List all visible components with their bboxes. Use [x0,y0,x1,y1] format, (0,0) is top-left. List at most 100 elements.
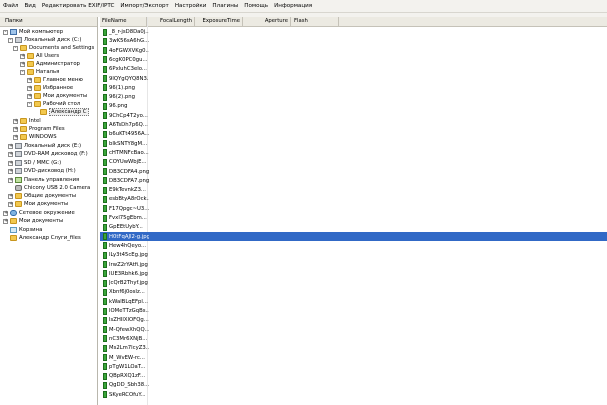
menu-item-0[interactable]: Файл [0,0,21,12]
file-row[interactable]: 6PxluhC3eIo... [100,64,607,73]
expand-icon[interactable]: + [27,85,32,91]
file-row[interactable]: 6cgK0PC0gu... [100,55,607,64]
tree-node[interactable]: - Рабочий стол [27,100,80,108]
file-row[interactable]: DB3CDFA4.png [100,167,607,176]
tree-node[interactable]: + Главное меню [27,76,83,84]
file-row[interactable]: 96(2).png [100,92,607,101]
file-row[interactable]: b6uKTt4956A... [100,129,607,138]
tree-node[interactable]: - Наталья [20,68,59,76]
file-row[interactable]: IrwZ2rYAtfi.jpg [100,260,607,269]
file-row[interactable]: 9ChCp4T2yo... [100,111,607,120]
file-row[interactable]: lOMeTTzGqBs... [100,306,607,315]
file-row[interactable]: 96.png [100,101,607,110]
expand-icon[interactable]: + [8,168,13,174]
expand-icon[interactable]: + [13,126,18,132]
expand-icon[interactable]: + [8,193,13,199]
tree-node[interactable]: + Мои документы [27,92,87,100]
tree-node[interactable]: Chicony USB 2.0 Camera [8,184,90,192]
file-row[interactable]: GpEEtUybY... [100,222,607,231]
tree-node[interactable]: + Общие документы [8,192,76,200]
file-row[interactable]: E9kTevnkZ3... [100,185,607,194]
file-row[interactable]: A6TsDh7p6Q... [100,120,607,129]
expand-icon[interactable]: + [8,151,13,157]
tree-node[interactable]: Корзина [3,226,42,234]
tree-node[interactable]: + All Users [20,52,59,60]
tree-node[interactable]: - Мой компьютер [3,28,63,36]
file-row[interactable]: M-QfewXhQQ... [100,325,607,334]
expand-icon[interactable]: + [8,143,13,149]
file-row[interactable]: Ms2Lm7lcyZ3... [100,343,607,352]
tree-node[interactable]: Александр С [33,108,89,116]
file-row[interactable]: 3wK56sA6hG... [100,36,607,45]
file-row[interactable]: H0tFqAJl2-g.jpg [100,231,607,241]
tree-node[interactable]: + WINDOWS [13,133,57,141]
file-row[interactable]: M_WvEW-rc... [100,353,607,362]
file-row[interactable]: esbBtyA8rOck... [100,194,607,203]
menu-item-7[interactable]: Информация [271,0,315,12]
menu-item-4[interactable]: Настройки [172,0,210,12]
expand-icon[interactable]: + [8,160,13,166]
file-row[interactable]: COYUwWbjE... [100,157,607,166]
column-filename[interactable]: FileName [100,17,147,26]
file-row[interactable]: kWalBLqEFpl... [100,297,607,306]
tree-node[interactable]: + Program Files [13,125,65,133]
menu-item-6[interactable]: Помощь [241,0,271,12]
collapse-icon[interactable]: - [13,45,18,51]
expand-icon[interactable]: + [13,134,18,140]
menu-item-1[interactable]: Вид [21,0,38,12]
expand-icon[interactable]: + [20,61,25,67]
file-row[interactable]: SKyeRCOfuY... [100,390,607,399]
tree-node[interactable]: + Локальный диск (E:) [8,142,81,150]
tree-node[interactable]: + Мои документы [8,200,68,208]
tree-node[interactable]: + Сетевое окружение [3,209,75,217]
tree-node[interactable]: - Локальный диск (C:) [8,36,81,44]
expand-icon[interactable]: + [8,201,13,207]
collapse-icon[interactable]: - [8,37,13,43]
file-row[interactable]: F17Qpgc~U3... [100,204,607,213]
file-row[interactable]: JcQrB2Thyf.jpg [100,278,607,287]
tree-node[interactable]: + Избранное [27,84,73,92]
expand-icon[interactable]: + [8,177,13,183]
file-row[interactable]: Hew4hQeyo... [100,241,607,250]
column-flash[interactable]: Flash [291,17,339,26]
column-exposuretime[interactable]: ExposureTime [195,17,243,26]
expand-icon[interactable]: + [3,218,8,224]
column-focallength[interactable]: FocalLength [147,17,195,26]
file-row[interactable]: DB3CDFA7.png [100,176,607,185]
tree-node[interactable]: Александр Слуги_files [3,234,81,242]
file-row[interactable]: Fvxl75gEbm... [100,213,607,222]
file-row[interactable]: pTgW1LOaT... [100,362,607,371]
file-row[interactable]: 9lQYgQYQ8N3... [100,74,607,83]
file-row[interactable]: QBpRXQ1zF... [100,371,607,380]
file-row[interactable]: 96(1).png [100,83,607,92]
file-row[interactable]: _8_r-jsD8Da0j... [100,27,607,36]
tree-node[interactable]: - Documents and Settings [13,44,94,52]
file-row[interactable]: nC3Mr6XNjB... [100,334,607,343]
file-row[interactable]: 4oFGWXVKg0... [100,46,607,55]
file-row[interactable]: QgDD_Sbh38... [100,380,607,389]
file-row[interactable]: Xbnf6j0osIz... [100,287,607,296]
collapse-icon[interactable]: - [27,101,32,107]
file-row[interactable]: ILy3t45cEg.jpg [100,250,607,259]
collapse-icon[interactable]: - [3,29,8,35]
file-row[interactable]: cHTMNFcBao... [100,148,607,157]
expand-icon[interactable]: + [20,53,25,59]
expand-icon[interactable]: + [3,210,8,216]
file-row[interactable]: bIkSNTY8gM... [100,139,607,148]
tree-node[interactable]: + Администратор [20,60,80,68]
expand-icon[interactable]: + [27,77,32,83]
file-row[interactable]: IUE3Rbhk6.jpg [100,269,607,278]
tree-node[interactable]: + DVD-RAM дисковод (F:) [8,150,88,158]
menu-item-3[interactable]: Импорт/Экспорт [117,0,171,12]
tree-node[interactable]: + Мои документы [3,217,63,225]
menu-item-2[interactable]: Редактировать EXIF/IPTC [39,0,118,12]
tree-node[interactable]: + SD / MMC (G:) [8,159,61,167]
collapse-icon[interactable]: - [20,69,25,75]
expand-icon[interactable]: + [27,93,32,99]
file-row[interactable]: lsZHIlXlOFQg... [100,315,607,324]
column-aperture[interactable]: Aperture [243,17,291,26]
tree-node[interactable]: + DVD-дисковод (H:) [8,167,76,175]
tree-node[interactable]: + Intel [13,117,41,125]
tree-node[interactable]: + Панель управления [8,176,79,184]
expand-icon[interactable]: + [13,118,18,124]
